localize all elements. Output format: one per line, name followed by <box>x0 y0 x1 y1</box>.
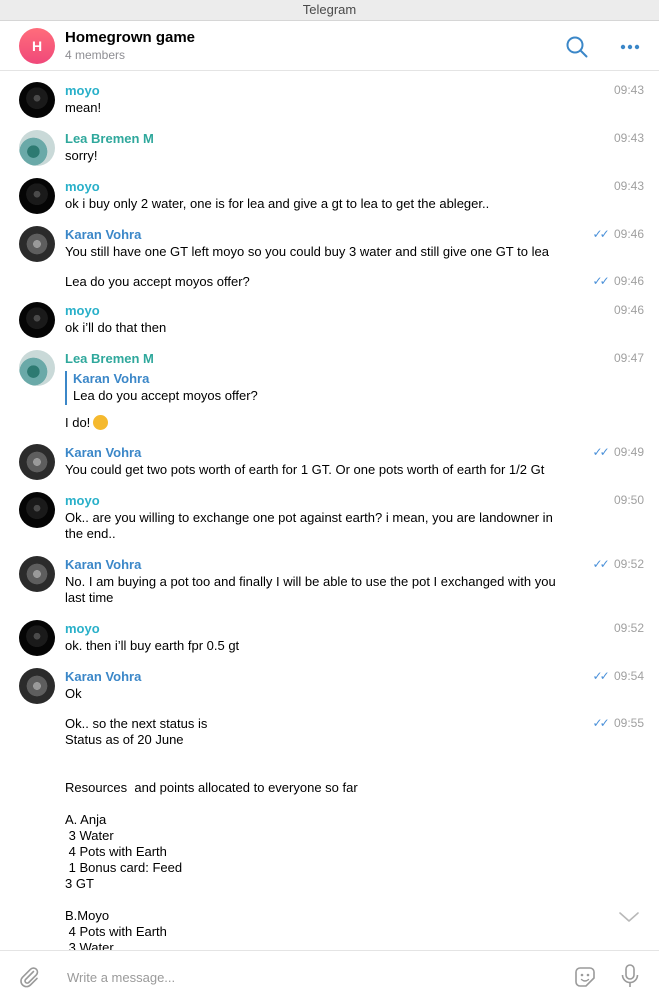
paperclip-icon[interactable] <box>17 964 41 988</box>
message-time: ✓✓ 09:46 <box>593 227 644 241</box>
message-time: ✓✓ 09:49 <box>593 445 644 459</box>
avatar[interactable] <box>19 226 55 262</box>
sender-name[interactable]: Karan Vohra <box>65 557 141 572</box>
avatar[interactable] <box>19 130 55 166</box>
message-text: You still have one GT left moyo so you c… <box>65 244 549 259</box>
chevron-down-icon[interactable] <box>617 907 641 927</box>
message-time: 09:52 <box>613 621 644 635</box>
message-text: ok i’ll do that then <box>65 320 167 335</box>
sender-name[interactable]: moyo <box>65 303 100 318</box>
message-text: You could get two pots worth of earth fo… <box>65 462 545 477</box>
double-check-icon: ✓✓ <box>592 227 610 241</box>
message-time: 09:47 <box>613 351 644 365</box>
avatar[interactable] <box>19 492 55 528</box>
avatar[interactable] <box>19 620 55 656</box>
time-label: 09:46 <box>613 274 644 288</box>
sender-name[interactable]: moyo <box>65 83 100 98</box>
double-check-icon: ✓✓ <box>592 669 610 683</box>
double-check-icon: ✓✓ <box>592 445 610 459</box>
chat-header: H Homegrown game 4 members <box>0 21 659 71</box>
smiling-face-icon <box>93 415 109 430</box>
avatar[interactable] <box>19 302 55 338</box>
sender-name[interactable]: Karan Vohra <box>65 669 141 684</box>
sender-name[interactable]: moyo <box>65 493 100 508</box>
sender-name[interactable]: moyo <box>65 179 100 194</box>
message-composer <box>0 950 659 1001</box>
microphone-icon[interactable] <box>619 963 641 989</box>
message-text: Ok.. are you willing to exchange one pot… <box>65 510 553 541</box>
message-time: 09:46 <box>613 303 644 317</box>
message-input[interactable] <box>65 965 549 989</box>
window-title: Telegram <box>0 0 659 21</box>
group-avatar[interactable]: H <box>19 28 55 64</box>
more-icon[interactable] <box>618 35 642 59</box>
message-time: ✓✓ 09:46 <box>593 274 644 288</box>
search-icon[interactable] <box>565 35 589 59</box>
time-label: 09:52 <box>613 557 644 571</box>
time-label: 09:46 <box>613 227 644 241</box>
message-text: Ok.. so the next status is Status as of … <box>65 716 358 950</box>
message-time: ✓✓ 09:54 <box>593 669 644 683</box>
time-label: 09:49 <box>613 445 644 459</box>
chat-title[interactable]: Homegrown game <box>65 29 195 46</box>
double-check-icon: ✓✓ <box>592 274 610 288</box>
message-time: 09:43 <box>613 179 644 193</box>
time-label: 09:54 <box>613 669 644 683</box>
member-count[interactable]: 4 members <box>65 48 125 62</box>
message-text: No. I am buying a pot too and finally I … <box>65 574 556 605</box>
avatar[interactable] <box>19 350 55 386</box>
sender-name[interactable]: moyo <box>65 621 100 636</box>
message-time: 09:43 <box>613 83 644 97</box>
avatar[interactable] <box>19 82 55 118</box>
message-list[interactable]: moyo mean! 09:43 Lea Bremen M sorry! 09:… <box>0 71 659 950</box>
time-label: 09:55 <box>613 716 644 730</box>
avatar[interactable] <box>19 556 55 592</box>
sender-name[interactable]: Lea Bremen M <box>65 351 154 366</box>
message-time: ✓✓ 09:52 <box>593 557 644 571</box>
sticker-icon[interactable] <box>572 964 598 990</box>
message-time: 09:43 <box>613 131 644 145</box>
message-time: 09:50 <box>613 493 644 507</box>
message-text: Lea do you accept moyos offer? <box>65 274 250 289</box>
sender-name[interactable]: Lea Bremen M <box>65 131 154 146</box>
sender-name[interactable]: Karan Vohra <box>65 445 141 460</box>
message-text: sorry! <box>65 148 98 163</box>
message-body: I do! <box>65 415 91 430</box>
message-text: ok. then i’ll buy earth fpr 0.5 gt <box>65 638 240 653</box>
avatar[interactable] <box>19 178 55 214</box>
avatar[interactable] <box>19 444 55 480</box>
message-text: ok i buy only 2 water, one is for lea an… <box>65 196 490 211</box>
double-check-icon: ✓✓ <box>592 557 610 571</box>
message-text: Ok <box>65 686 82 701</box>
message-text: mean! <box>65 100 102 115</box>
avatar[interactable] <box>19 668 55 704</box>
sender-name[interactable]: Karan Vohra <box>65 227 141 242</box>
double-check-icon: ✓✓ <box>592 716 610 730</box>
message-time: ✓✓ 09:55 <box>593 716 644 730</box>
reply-quote[interactable]: Karan Vohra Lea do you accept moyos offe… <box>65 371 258 405</box>
message-text: I do! <box>65 415 590 431</box>
reply-text: Lea do you accept moyos offer? <box>73 388 258 403</box>
reply-sender: Karan Vohra <box>73 371 150 386</box>
